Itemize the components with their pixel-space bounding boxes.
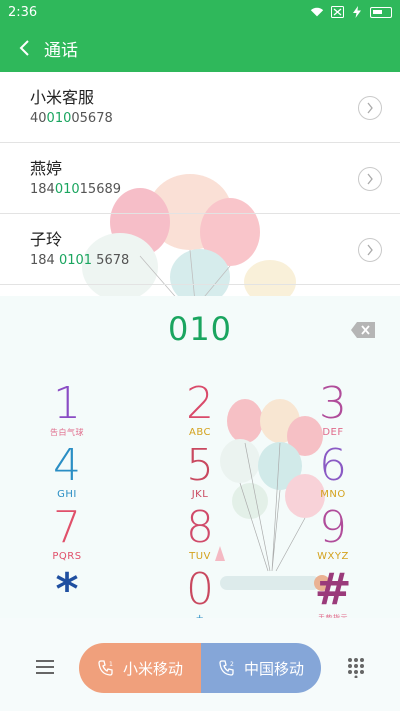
- number-part: 40: [30, 111, 47, 126]
- number-match: 010: [54, 182, 80, 197]
- contact-number: 18401015689: [30, 180, 370, 200]
- battery-icon: [370, 6, 392, 18]
- backspace-button[interactable]: [350, 321, 376, 339]
- phone-sim1-icon: 1: [98, 660, 113, 676]
- bottom-bar: 1 小米移动 2 中国移动: [0, 618, 400, 711]
- dial-key-4[interactable]: 4 GHI: [37, 444, 97, 506]
- key-letters: GHI: [57, 489, 77, 500]
- chevron-right-icon: [367, 102, 373, 114]
- contact-row[interactable]: 燕婷 18401015689: [0, 143, 400, 214]
- menu-button[interactable]: [34, 658, 56, 676]
- contact-name: 小米客服: [30, 88, 95, 107]
- app-bar: 通话: [0, 24, 400, 72]
- key-digit: 6: [319, 440, 347, 491]
- dial-key-6[interactable]: 6 MNO: [303, 444, 363, 506]
- svg-text:1: 1: [109, 661, 113, 668]
- key-digit: 3: [319, 378, 347, 429]
- chevron-right-icon: [367, 173, 373, 185]
- backspace-icon: [351, 322, 375, 338]
- dial-key-2[interactable]: 2 ABC: [170, 382, 230, 444]
- contact-number: 184 0101 5678: [30, 251, 370, 271]
- dialer-pad: 010 1 告白气球 2 ABC 3 DEF 4 GHI 5 JKL 6 MNO…: [0, 296, 400, 624]
- no-sim-icon: [330, 6, 344, 18]
- key-letters: ABC: [188, 427, 211, 438]
- contact-number: 4001005678: [30, 109, 370, 129]
- page-title: 通话: [44, 40, 78, 61]
- status-bar: 2:36: [0, 0, 400, 24]
- contact-name: 燕婷: [30, 159, 63, 178]
- sim2-label: 中国移动: [243, 659, 304, 678]
- key-digit: 7: [53, 502, 81, 553]
- contact-list: 小米客服 4001005678 燕婷 18401015689 子玲 184 01…: [0, 72, 400, 296]
- key-digit: *: [55, 564, 79, 615]
- status-time: 2:36: [8, 4, 38, 20]
- call-sim1-button[interactable]: 1 小米移动: [79, 643, 201, 693]
- dial-key-5[interactable]: 5 JKL: [170, 444, 230, 506]
- wifi-icon: [310, 6, 324, 18]
- key-digit: 2: [186, 378, 214, 429]
- contact-detail-button[interactable]: [358, 96, 382, 120]
- key-letters: TUV: [189, 551, 211, 562]
- contact-detail-button[interactable]: [358, 238, 382, 262]
- key-digit: 5: [186, 440, 214, 491]
- back-button[interactable]: [12, 36, 36, 60]
- number-part: 05678: [71, 111, 113, 126]
- key-letters: WXYZ: [317, 551, 349, 562]
- key-digit: 8: [186, 502, 214, 553]
- call-sim2-button[interactable]: 2 中国移动: [201, 643, 321, 693]
- chevron-left-icon: [19, 40, 29, 56]
- number-match: 0101: [58, 253, 93, 268]
- number-part: 184: [30, 253, 59, 268]
- chevron-right-icon: [367, 244, 373, 256]
- dialpad-icon: [348, 658, 364, 679]
- contact-row[interactable]: 小米客服 4001005678: [0, 72, 400, 143]
- dialed-number: 010: [167, 310, 233, 348]
- status-icons: [310, 6, 392, 18]
- contact-row[interactable]: 子玲 184 0101 5678: [0, 214, 400, 285]
- key-letters: PQRS: [52, 551, 82, 562]
- number-part: 184: [30, 182, 55, 197]
- phone-sim2-icon: 2: [219, 660, 234, 676]
- menu-icon: [36, 660, 54, 674]
- svg-text:2: 2: [230, 661, 234, 668]
- key-digit: 1: [53, 378, 81, 429]
- contact-detail-button[interactable]: [358, 167, 382, 191]
- number-part: 5678: [92, 253, 130, 268]
- key-digit: #: [314, 564, 352, 615]
- number-match: 010: [46, 111, 72, 126]
- charging-icon: [350, 6, 364, 18]
- number-part: 15689: [79, 182, 122, 197]
- dialpad-toggle-button[interactable]: [346, 656, 366, 679]
- dial-key-9[interactable]: 9 WXYZ: [303, 506, 363, 568]
- key-letters: 告白气球: [50, 428, 84, 437]
- key-letters: MNO: [320, 489, 346, 500]
- contact-name: 子玲: [30, 230, 63, 249]
- sim1-label: 小米移动: [122, 659, 183, 678]
- dial-key-1[interactable]: 1 告白气球: [37, 382, 97, 444]
- dial-key-8[interactable]: 8 TUV: [170, 506, 230, 568]
- dial-key-7[interactable]: 7 PQRS: [37, 506, 97, 568]
- key-letters: DEF: [322, 427, 344, 438]
- key-letters: JKL: [191, 489, 209, 500]
- dial-key-3[interactable]: 3 DEF: [303, 382, 363, 444]
- key-digit: 4: [53, 440, 81, 491]
- key-digit: 0: [186, 564, 214, 615]
- key-digit: 9: [319, 502, 347, 553]
